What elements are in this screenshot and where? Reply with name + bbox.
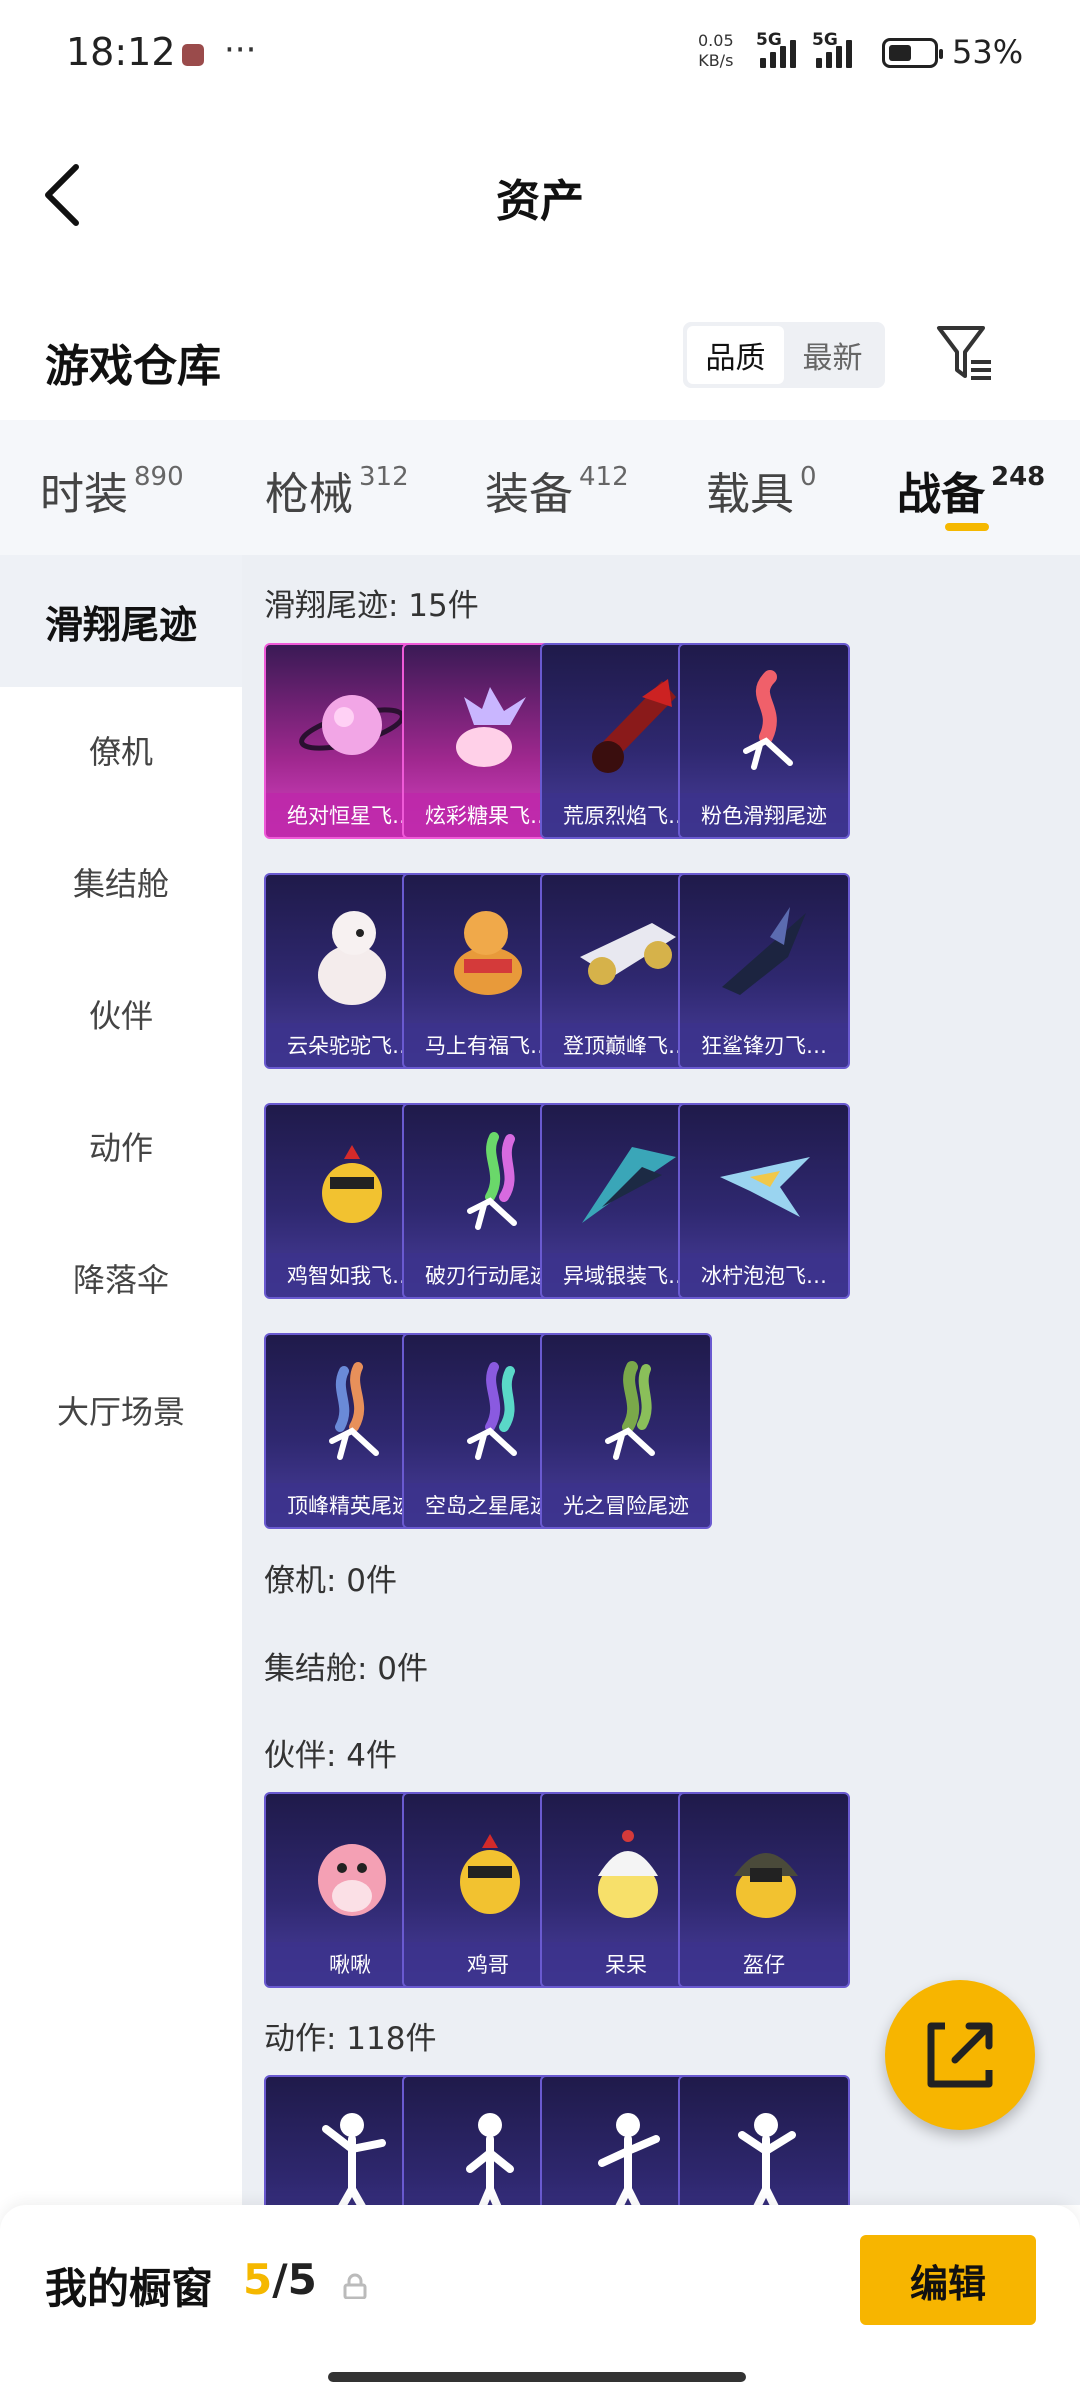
showcase-count: 5/5 [243, 2255, 317, 2304]
net-speed-unit: KB/s [698, 51, 734, 70]
item-card[interactable]: 狂鲨锋刃飞… [678, 873, 850, 1069]
battery-percent: 53% [952, 33, 1024, 71]
sort-quality-button[interactable]: 品质 [687, 326, 784, 384]
warehouse-title: 游戏仓库 [45, 341, 221, 392]
battery-fill [889, 45, 911, 61]
item-card[interactable]: 光之冒险尾迹 [540, 1333, 712, 1529]
sidebar: 滑翔尾迹 僚机 集结舱 伙伴 动作 降落伞 大厅场景 [0, 555, 242, 2205]
music-emote-icon [598, 2113, 660, 2205]
section-title-trail: 滑翔尾迹: 15件 [264, 588, 479, 624]
signal-bars-1-icon [760, 38, 796, 68]
showcase-total: 5 [287, 2255, 317, 2304]
helmet-chick-icon [734, 1853, 798, 1918]
item-card[interactable]: 粉色滑翔尾迹 [678, 643, 850, 839]
showcase-label: 我的橱窗 [45, 2264, 214, 2313]
tab-battle-gear[interactable]: 战备 248 [897, 458, 1045, 522]
sidebar-item-glide-trail[interactable]: 滑翔尾迹 [0, 555, 242, 687]
showcase-separator: / [272, 2255, 288, 2304]
section-title-wingman: 僚机: 0件 [264, 1563, 398, 1599]
egg-chick-icon [598, 1830, 658, 1918]
tab-vehicles[interactable]: 载具 0 [706, 458, 817, 522]
item-card[interactable]: 盔仔 [678, 1792, 850, 1988]
cloud-alpaca-icon [318, 911, 386, 1005]
tab-count: 312 [359, 462, 409, 492]
share-icon [927, 2022, 993, 2088]
warehouse-header: 游戏仓库 品质 最新 [0, 300, 1080, 420]
item-name: 粉色滑翔尾迹 [680, 793, 848, 837]
summit-glider-icon [580, 923, 676, 985]
signal-bars-2-icon [816, 38, 852, 68]
lock-icon [343, 2273, 367, 2299]
pink-smoke-trail-icon [743, 670, 793, 770]
item-card[interactable]: 冰柠泡泡飞… [678, 1103, 850, 1299]
tab-label: 枪械 [265, 469, 353, 520]
item-name: 狂鲨锋刃飞… [680, 1023, 848, 1067]
sort-toggle: 品质 最新 [683, 322, 885, 388]
tab-count: 890 [134, 462, 184, 492]
chicken-brother-icon [460, 1834, 520, 1914]
sidebar-item-capsule[interactable]: 集结舱 [0, 859, 242, 905]
planet-trail-icon [299, 695, 405, 755]
more-notifications-icon: ··· [224, 30, 257, 70]
edit-button[interactable]: 编辑 [860, 2235, 1036, 2325]
showcase-current: 5 [243, 2255, 273, 2304]
silver-glider-icon [582, 1147, 676, 1223]
lucky-horse-icon [454, 911, 522, 995]
section-title-capsule: 集结舱: 0件 [264, 1651, 429, 1687]
tab-equipment[interactable]: 装备 412 [485, 458, 629, 522]
elite-trail-icon [329, 1362, 379, 1460]
tab-label: 载具 [706, 469, 794, 520]
network-speed: 0.05 KB/s [698, 31, 734, 71]
tab-count: 0 [800, 462, 817, 492]
section-title-partner: 伙伴: 4件 [264, 1738, 398, 1774]
filter-icon[interactable] [935, 322, 995, 386]
tab-label: 装备 [485, 469, 573, 520]
category-tabs: 时装 890 枪械 312 装备 412 载具 0 战备 248 [0, 420, 1080, 555]
sidebar-item-emote[interactable]: 动作 [0, 1123, 242, 1169]
dance-emote-icon [322, 2113, 386, 2205]
pink-bird-icon [318, 1844, 386, 1916]
tab-label: 战备 [897, 469, 985, 520]
page-title: 资产 [496, 176, 584, 227]
cheer-emote-icon [738, 2113, 796, 2205]
sidebar-item-lobby-scene[interactable]: 大厅场景 [0, 1387, 242, 1433]
lemon-glider-icon [720, 1157, 810, 1217]
item-name: 冰柠泡泡飞… [680, 1253, 848, 1297]
rainbow-trail-icon [467, 1132, 517, 1230]
sidebar-item-parachute[interactable]: 降落伞 [0, 1255, 242, 1301]
chicken-glider-icon [322, 1145, 382, 1223]
showcase-bar: 我的橱窗 5/5 编辑 [0, 2205, 1080, 2400]
item-name: 盔仔 [680, 1942, 848, 1986]
tab-count: 412 [579, 462, 629, 492]
sidebar-item-partner[interactable]: 伙伴 [0, 991, 242, 1037]
tab-fashion[interactable]: 时装 890 [40, 458, 184, 522]
battery-icon [882, 38, 943, 68]
sort-newest-button[interactable]: 最新 [784, 326, 881, 384]
tab-count: 248 [991, 462, 1046, 492]
item-grid-area: 滑翔尾迹: 15件 绝对恒星飞… 炫彩糖果飞… 荒原烈焰飞… 粉色滑翔尾迹 云朵… [242, 555, 1080, 2205]
item-card[interactable] [678, 2075, 850, 2205]
sidebar-item-wingman[interactable]: 僚机 [0, 727, 242, 773]
net-speed-value: 0.05 [698, 31, 734, 50]
candy-trail-icon [456, 687, 526, 767]
pose-emote-icon [466, 2113, 514, 2205]
item-name: 光之冒险尾迹 [542, 1483, 710, 1527]
home-indicator[interactable] [328, 2372, 746, 2382]
share-button[interactable] [885, 1980, 1035, 2130]
tab-label: 时装 [40, 469, 128, 520]
adventure-trail-icon [605, 1361, 655, 1460]
flame-glider-icon [592, 679, 676, 773]
section-title-emote: 动作: 118件 [264, 2021, 437, 2057]
shark-glider-icon [722, 907, 806, 995]
title-bar: 资产 [0, 105, 1080, 275]
status-time: 18:12 [66, 30, 176, 74]
tab-guns[interactable]: 枪械 312 [265, 458, 409, 522]
sky-star-trail-icon [467, 1362, 517, 1460]
status-bar: 18:12 ··· 0.05 KB/s 5G 5G 53% [0, 0, 1080, 105]
active-tab-indicator [945, 523, 989, 531]
app-notification-icon [182, 44, 204, 66]
